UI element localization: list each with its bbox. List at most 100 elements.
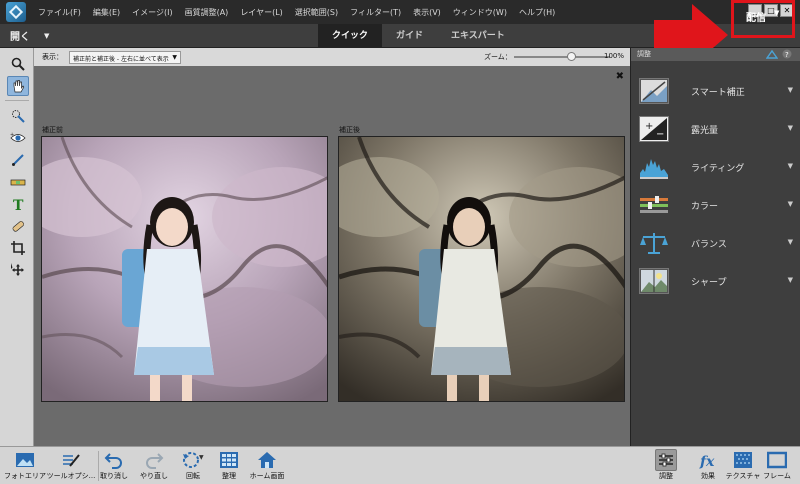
organizer-label: 整理: [222, 472, 236, 480]
adjust-color[interactable]: カラー ▼: [639, 190, 797, 220]
svg-text:fx: fx: [699, 454, 715, 469]
adjustments-label: 調整: [659, 472, 673, 480]
redo-icon: [146, 453, 164, 469]
eye-icon: +: [10, 132, 26, 142]
bottom-taskbar: フォトエリア ツールオプシ... 取り消し やり直し ▼ 回転 整理 ホーム画面: [0, 446, 800, 484]
adjust-label-exposure: 露光量: [691, 125, 719, 136]
color-icon: [639, 192, 669, 218]
chevron-down-icon: ▼: [774, 9, 780, 17]
effects-label: 効果: [701, 472, 715, 480]
home-icon: [258, 452, 276, 468]
svg-text:T: T: [13, 198, 24, 211]
chevron-down-icon: ▼: [172, 53, 177, 61]
view-label: 表示：: [42, 53, 63, 61]
tool-options-icon: [63, 454, 80, 467]
menu-select[interactable]: 選択範囲(S): [289, 7, 344, 18]
type-tool[interactable]: T: [7, 194, 29, 214]
before-photo[interactable]: [41, 136, 328, 402]
photoshop-elements-window: ファイル(F) 編集(E) イメージ(I) 画質調整(A) レイヤー(L) 選択…: [0, 0, 800, 484]
menu-layer[interactable]: レイヤー(L): [234, 7, 288, 18]
adjust-smart-fix[interactable]: スマート補正 ▼: [639, 76, 797, 106]
home-screen-button[interactable]: ホーム画面: [242, 449, 292, 481]
adjust-exposure[interactable]: + − 露光量 ▼: [639, 114, 797, 144]
move-tool[interactable]: [7, 260, 29, 280]
menu-image[interactable]: イメージ(I): [126, 7, 178, 18]
canvas-area: ✖ 補正前 補正後: [34, 66, 630, 446]
undo-label: 取り消し: [100, 472, 128, 480]
spot-healing-tool[interactable]: [7, 216, 29, 236]
red-eye-tool[interactable]: +: [7, 128, 29, 148]
expand-arrow-icon: ▼: [787, 276, 793, 284]
menu-filter[interactable]: フィルター(T): [344, 7, 407, 18]
share-label: 配信: [746, 13, 766, 24]
svg-text:?: ?: [785, 51, 789, 59]
tool-options-bar: 表示： 補正前と補正後 - 左右に並べて表示 ▼ ズーム： 100%: [34, 48, 630, 66]
straighten-tool[interactable]: [7, 172, 29, 192]
whiten-teeth-tool[interactable]: [7, 150, 29, 170]
brush-icon: [12, 154, 24, 166]
quick-selection-icon: [12, 110, 25, 123]
open-button[interactable]: 開く ▼: [10, 28, 50, 44]
menu-view[interactable]: 表示(V): [407, 7, 447, 18]
expand-arrow-icon: ▼: [787, 124, 793, 132]
adjustments-icon: [659, 453, 673, 467]
after-photo-image: [339, 137, 624, 401]
menu-edit[interactable]: 編集(E): [87, 7, 126, 18]
bandage-icon: [12, 221, 25, 232]
view-mode-select[interactable]: 補正前と補正後 - 左右に並べて表示 ▼: [69, 50, 181, 64]
rotate-icon: ▼: [183, 452, 204, 468]
adjust-balance[interactable]: バランス ▼: [639, 228, 797, 258]
svg-text:+: +: [10, 132, 14, 138]
tab-quick[interactable]: クイック: [318, 24, 383, 48]
menu-file[interactable]: ファイル(F): [32, 7, 87, 18]
svg-text:−: −: [656, 129, 664, 140]
adjustments-panel: 調整 ? スマート補正 ▼ + − 露光量 ▼ ライティング ▼ カラー ▼ バ…: [630, 48, 800, 446]
panel-header: 調整 ?: [631, 48, 800, 61]
toolbox: + T: [0, 48, 34, 446]
type-icon: T: [13, 198, 24, 211]
zoom-tool[interactable]: [7, 54, 29, 74]
crop-tool[interactable]: [7, 238, 29, 258]
organizer-icon: [220, 452, 238, 468]
adjust-label-smart-fix: スマート補正: [691, 87, 745, 98]
zoom-label: ズーム：: [484, 53, 512, 61]
mode-tabs: クイック ガイド エキスパート: [318, 24, 519, 48]
photo-bin-label: フォトエリア: [4, 472, 46, 480]
tab-expert[interactable]: エキスパート: [437, 24, 519, 48]
zoom-slider-handle[interactable]: [567, 52, 577, 61]
chevron-down-icon: ▼: [44, 31, 50, 40]
expand-arrow-icon: ▼: [787, 238, 793, 246]
photo-bin-button[interactable]: フォトエリア: [0, 449, 50, 481]
frame-icon: [767, 451, 787, 469]
sharpen-icon: [639, 268, 669, 294]
after-label: 補正後: [339, 126, 360, 134]
magnifier-icon: [11, 57, 25, 71]
move-icon: [11, 263, 24, 276]
after-photo[interactable]: [338, 136, 625, 402]
help-icon[interactable]: ?: [782, 49, 792, 59]
exposure-icon: + −: [639, 116, 669, 142]
close-compare-icon[interactable]: ✖: [616, 71, 624, 82]
hand-icon: [13, 80, 25, 93]
lighting-icon: [639, 154, 669, 180]
hand-tool[interactable]: [7, 76, 29, 96]
quick-selection-tool[interactable]: [7, 106, 29, 126]
svg-text:+: +: [645, 121, 653, 132]
reset-panel-icon[interactable]: [766, 49, 778, 59]
panel-title: 調整: [637, 50, 651, 58]
adjust-sharpen[interactable]: シャープ ▼: [639, 266, 797, 296]
share-button[interactable]: 配信 ▼: [746, 9, 779, 24]
menu-help[interactable]: ヘルプ(H): [513, 7, 561, 18]
zoom-slider[interactable]: [514, 52, 610, 61]
adjust-label-color: カラー: [691, 201, 719, 212]
level-icon: [10, 179, 26, 186]
menu-window[interactable]: ウィンドウ(W): [447, 7, 513, 18]
share-highlight-box: 配信 ▼: [731, 0, 795, 38]
crop-icon: [11, 241, 25, 255]
balance-icon: [639, 230, 669, 256]
menu-enhance[interactable]: 画質調整(A): [179, 7, 235, 18]
adjust-label-sharpen: シャープ: [691, 277, 727, 288]
frames-button[interactable]: フレーム: [752, 449, 800, 481]
tab-guided[interactable]: ガイド: [382, 24, 437, 48]
adjust-lighting[interactable]: ライティング ▼: [639, 152, 797, 182]
